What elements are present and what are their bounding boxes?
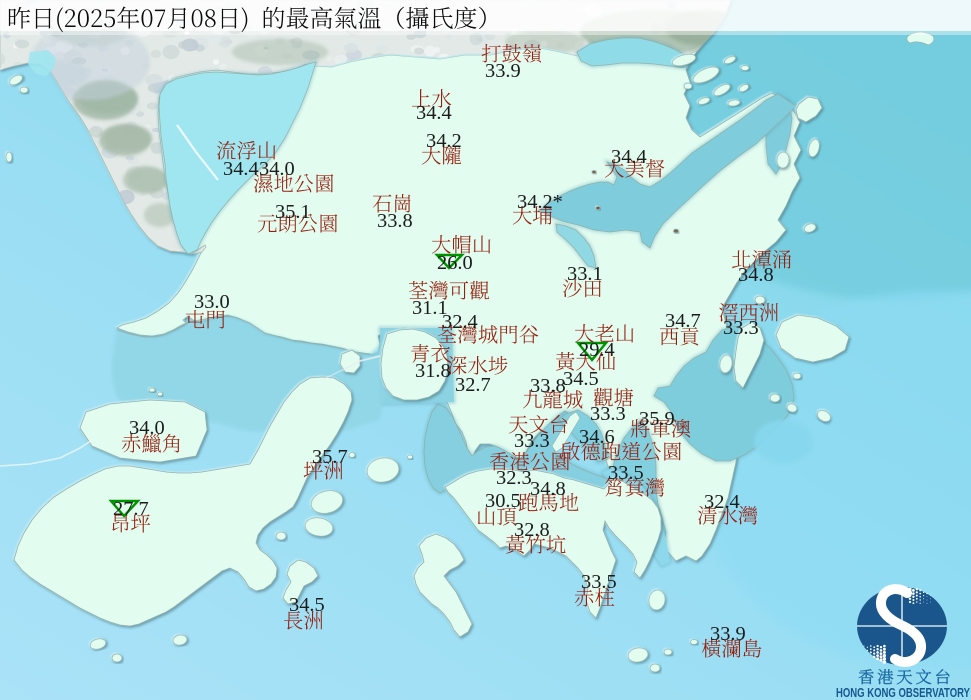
svg-text:34.5: 34.5	[289, 594, 325, 616]
svg-text:33.1: 33.1	[567, 263, 603, 285]
svg-text:32.4: 32.4	[442, 311, 478, 333]
svg-text:33.9: 33.9	[485, 60, 521, 82]
svg-text:33.3: 33.3	[514, 430, 550, 452]
svg-text:34.2*: 34.2*	[517, 191, 563, 213]
svg-text:26.0: 26.0	[437, 252, 473, 274]
svg-text:29.4: 29.4	[579, 339, 615, 361]
svg-text:27.7: 27.7	[113, 498, 149, 520]
svg-text:33.3: 33.3	[723, 317, 759, 339]
svg-text:34.0: 34.0	[129, 417, 165, 439]
svg-text:32.7: 32.7	[455, 374, 491, 396]
svg-text:HONG KONG OBSERVATORY: HONG KONG OBSERVATORY	[836, 686, 971, 700]
svg-text:32.3: 32.3	[496, 467, 532, 489]
svg-text:33.8: 33.8	[530, 375, 566, 397]
svg-text:34.8: 34.8	[738, 264, 774, 286]
svg-text:32.4: 32.4	[704, 491, 740, 513]
svg-text:33.8: 33.8	[377, 210, 413, 232]
svg-text:33.9: 33.9	[710, 623, 746, 645]
svg-text:33.0: 33.0	[194, 291, 230, 313]
svg-text:33.5: 33.5	[581, 571, 617, 593]
svg-text:34.4: 34.4	[416, 102, 452, 124]
svg-text:34.4: 34.4	[611, 146, 647, 168]
svg-text:32.8: 32.8	[514, 519, 550, 541]
svg-text:33.3: 33.3	[590, 403, 626, 425]
svg-text:31.8: 31.8	[415, 360, 451, 382]
svg-text:34.5: 34.5	[563, 368, 599, 390]
svg-text:34.2: 34.2	[426, 130, 462, 152]
svg-text:34.8: 34.8	[530, 478, 566, 500]
svg-text:34.7: 34.7	[665, 310, 701, 332]
svg-text:35.7: 35.7	[312, 446, 348, 468]
svg-text:33.5: 33.5	[608, 462, 644, 484]
svg-text:35.9: 35.9	[639, 408, 675, 430]
svg-text:34.4: 34.4	[223, 158, 259, 180]
svg-text:34.6: 34.6	[579, 426, 615, 448]
svg-text:35.1: 35.1	[275, 201, 311, 223]
svg-text:30.5: 30.5	[485, 490, 521, 512]
svg-text:34.0: 34.0	[259, 158, 295, 180]
